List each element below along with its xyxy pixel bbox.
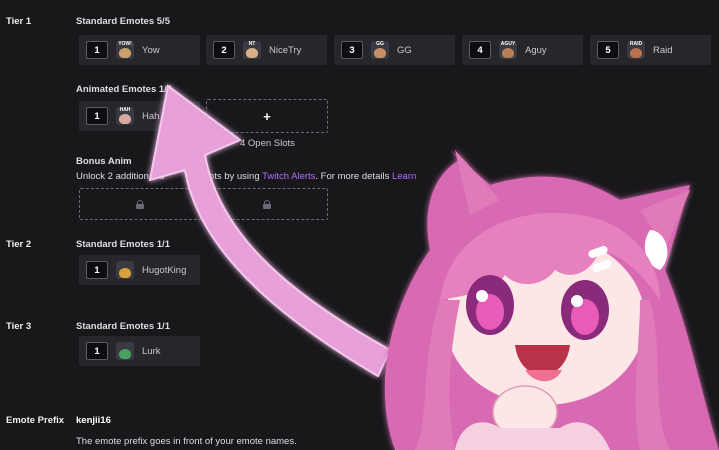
arrow-overlay (148, 84, 392, 378)
anime-girl-overlay (384, 150, 719, 450)
decorative-overlay (148, 84, 719, 450)
